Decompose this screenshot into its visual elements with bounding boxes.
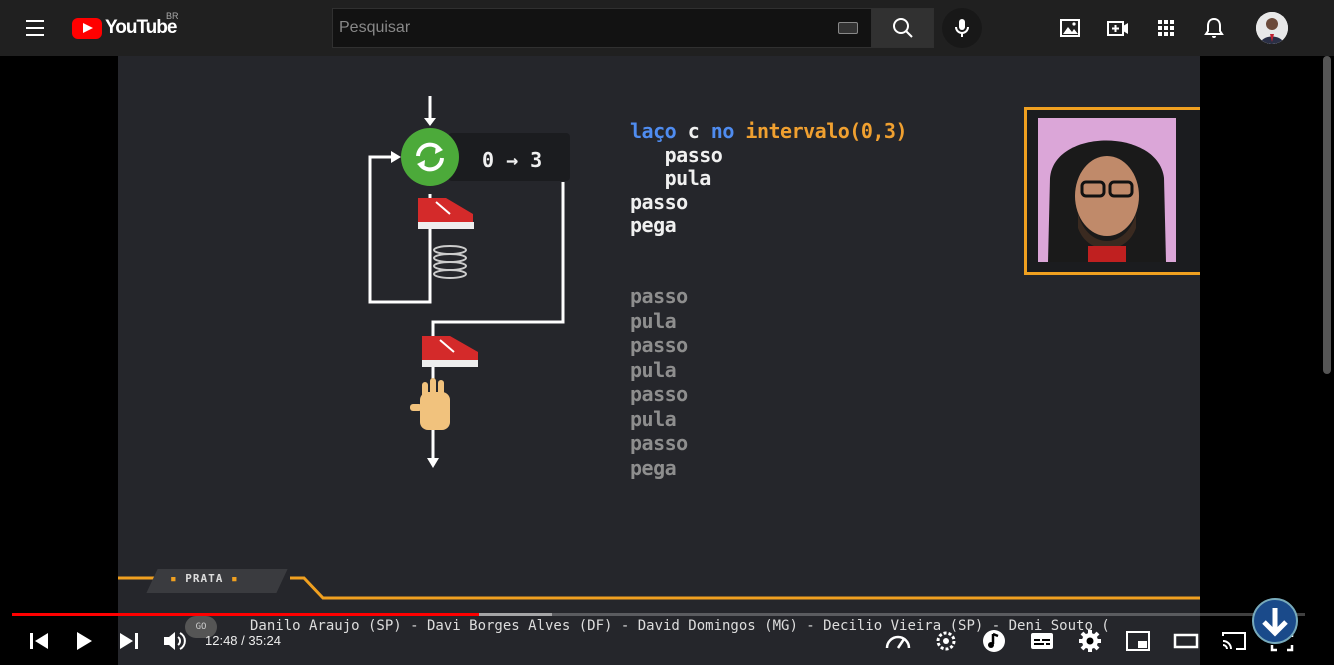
theater-mode-icon[interactable] [1172,628,1200,654]
youtube-logo[interactable]: YouTube BR [72,11,179,40]
code-token: intervalo(0,3) [733,119,908,143]
cast-icon[interactable] [1220,628,1248,654]
webcam-feed [1038,118,1176,262]
miniplayer-icon[interactable] [1124,628,1152,654]
microphone-icon [955,19,969,37]
guide-menu-button[interactable] [20,16,52,40]
code-block: laço c no intervalo(0,3) passo pula passo… [630,119,908,238]
scroll-down-button[interactable] [1252,598,1298,644]
code-token: pula [630,166,712,190]
account-avatar[interactable] [1256,12,1288,44]
arrow-down-icon [1262,608,1288,637]
user-photo-icon [1256,12,1288,44]
code-line: laço c no intervalo(0,3) [630,119,908,144]
badge-dot-left: ▪ [170,572,178,585]
youtube-play-icon [72,17,102,39]
output-line: pula [630,406,677,431]
badge-dot-right: ▪ [231,572,239,585]
code-token: no [710,119,735,143]
apps-grid-icon[interactable] [1154,16,1178,40]
playback-speed-icon[interactable] [884,628,912,654]
code-line: pula [630,166,907,191]
code-token: c [676,119,711,143]
code-token: laço [630,119,677,143]
sneaker-icon-2 [422,336,478,367]
output-line: passo [630,382,688,406]
keyboard-icon[interactable] [838,22,858,34]
page-scrollbar[interactable] [1320,56,1334,665]
search-button[interactable] [871,8,934,48]
spring-icon [433,245,467,279]
tier-badge: ▪ PRATA ▪ [170,572,239,585]
image-icon[interactable] [1058,16,1082,40]
sneaker-icon-1 [418,198,474,229]
volume-icon[interactable] [160,628,188,654]
stop-hand-icon [410,378,450,430]
output-block: passo pula passo pula passo pula passo pega [630,284,688,480]
go-label: GO [195,622,207,632]
play-icon[interactable] [70,628,98,654]
code-token: passo [630,189,688,214]
code-line: passo [630,189,907,215]
search-box [332,8,872,48]
code-line: pega [630,213,907,238]
code-token: pega [630,213,677,237]
loop-refresh-icon [401,128,459,186]
time-display: 12:48 / 35:24 [205,633,281,648]
masthead: YouTube BR [0,0,1334,56]
progress-played [12,613,479,616]
create-video-icon[interactable] [1106,16,1130,40]
range-label: 0 → 3 [482,148,543,172]
code-line: passo [630,142,907,168]
code-token: passo [630,142,723,167]
output-line: passo [630,431,688,455]
time-separator: / [237,633,249,648]
notifications-bell-icon[interactable] [1202,16,1226,40]
video-player[interactable]: 0 → 3 laço c no intervalo(0,3) passo pul… [118,56,1200,665]
time-total: 35:24 [248,633,281,648]
search-icon [893,18,913,38]
output-line: passo [630,284,688,308]
output-line: passo [630,333,688,357]
time-current: 12:48 [205,633,238,648]
presenter-photo-icon [1038,118,1176,262]
previous-icon[interactable] [26,628,54,654]
output-line: pega [630,455,677,480]
voice-search-button[interactable] [942,8,982,48]
output-line: pula [630,308,677,333]
settings-gear-icon[interactable] [1076,628,1104,654]
tier-label: PRATA [185,572,224,585]
music-note-icon[interactable] [980,628,1008,654]
logo-region: BR [166,11,179,21]
autoplay-gear-icon[interactable] [932,628,960,654]
subtitles-icon[interactable] [1028,628,1056,654]
next-icon[interactable] [114,628,142,654]
output-line: pula [630,357,677,382]
search-input[interactable] [333,9,871,47]
